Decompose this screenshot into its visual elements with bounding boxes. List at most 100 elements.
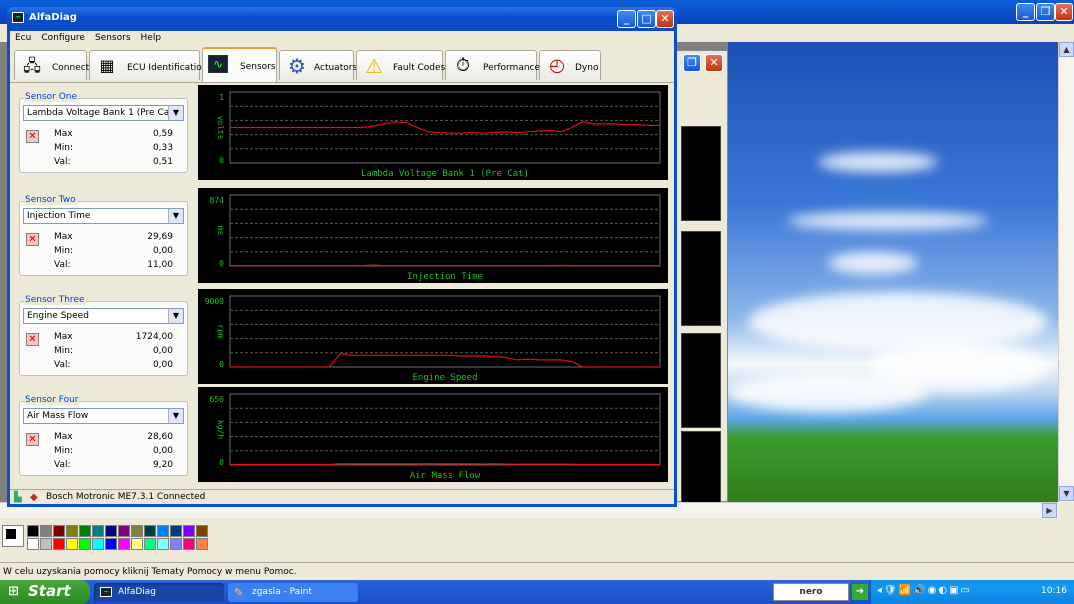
connect-icon: 🖧 bbox=[23, 56, 41, 75]
bgwin-close-button[interactable]: ✕ bbox=[705, 54, 723, 72]
paint-minimize-button[interactable]: _ bbox=[1016, 3, 1035, 21]
close-button[interactable]: ✕ bbox=[656, 10, 674, 28]
bgwin-restore-button[interactable]: ❐ bbox=[683, 54, 701, 72]
bg-chart-panel bbox=[681, 126, 721, 221]
menu-configure[interactable]: Configure bbox=[36, 31, 90, 45]
chart-title: Lambda Voltage Bank 1 (Pre Cat) bbox=[361, 169, 529, 179]
current-colors[interactable] bbox=[2, 525, 24, 547]
taskbar-item-paint[interactable]: ✎ zgasla - Paint bbox=[228, 583, 358, 602]
bg-chart-panel bbox=[681, 431, 721, 503]
palette-swatch[interactable] bbox=[196, 525, 208, 537]
remove-sensor-button[interactable]: ✕ bbox=[26, 333, 39, 346]
palette-swatch[interactable] bbox=[79, 525, 91, 537]
palette-swatch[interactable] bbox=[53, 525, 65, 537]
connection-status: Bosch Motronic ME7.3.1 Connected bbox=[46, 492, 206, 502]
palette-swatch[interactable] bbox=[144, 538, 156, 550]
foreground-color[interactable] bbox=[6, 529, 16, 539]
nero-search-box[interactable]: nero bbox=[773, 583, 849, 601]
menu-sensors[interactable]: Sensors bbox=[90, 31, 136, 45]
palette-swatch[interactable] bbox=[66, 525, 78, 537]
y-tick-label: 1 bbox=[219, 93, 224, 102]
palette-swatch[interactable] bbox=[144, 525, 156, 537]
palette-swatch[interactable] bbox=[92, 538, 104, 550]
chevron-down-icon[interactable]: ▼ bbox=[168, 409, 183, 423]
tab-dyno[interactable]: ◴ Dyno bbox=[539, 50, 601, 80]
chart-svg: 9000 0 rpm Engine Speed bbox=[205, 295, 661, 383]
sensor-group-four: Sensor Four Air Mass Flow ▼ ✕ Max Min: Va… bbox=[19, 395, 188, 476]
group-title: Sensor Four bbox=[24, 395, 80, 405]
sensor-select[interactable]: Air Mass Flow ▼ bbox=[23, 408, 184, 424]
paint-restore-button[interactable]: ❐ bbox=[1036, 3, 1055, 21]
sensor-select[interactable]: Injection Time ▼ bbox=[23, 208, 184, 224]
remove-sensor-button[interactable]: ✕ bbox=[26, 130, 39, 143]
tab-fault-codes[interactable]: ⚠ Fault Codes bbox=[356, 50, 445, 80]
palette-swatch[interactable] bbox=[170, 538, 182, 550]
palette-swatch[interactable] bbox=[170, 525, 182, 537]
chevron-down-icon[interactable]: ▼ bbox=[168, 209, 183, 223]
palette-swatch[interactable] bbox=[40, 538, 52, 550]
tab-actuators[interactable]: ⚙ Actuators bbox=[279, 50, 357, 80]
palette-swatch[interactable] bbox=[183, 525, 195, 537]
palette-swatch[interactable] bbox=[183, 538, 195, 550]
palette-swatch[interactable] bbox=[131, 525, 143, 537]
palette-swatch[interactable] bbox=[40, 525, 52, 537]
taskbar-item-alfadiag[interactable]: ~ AlfaDiag bbox=[94, 583, 224, 602]
scroll-up-arrow[interactable]: ▲ bbox=[1059, 42, 1074, 57]
start-button[interactable]: ⊞ Start bbox=[0, 580, 90, 604]
scroll-right-arrow[interactable]: ▶ bbox=[1042, 503, 1057, 518]
palette-swatch[interactable] bbox=[27, 538, 39, 550]
palette-swatch[interactable] bbox=[53, 538, 65, 550]
tab-performance[interactable]: ⏱ Performance bbox=[445, 50, 540, 80]
palette-swatch[interactable] bbox=[131, 538, 143, 550]
chart-svg: 650 0 kg/h Air Mass Flow bbox=[210, 393, 661, 481]
palette-swatch[interactable] bbox=[27, 525, 39, 537]
remove-sensor-button[interactable]: ✕ bbox=[26, 433, 39, 446]
palette-swatch[interactable] bbox=[105, 525, 117, 537]
paint-canvas[interactable] bbox=[728, 42, 1058, 502]
y-tick-label: 0 bbox=[219, 458, 224, 467]
chevron-down-icon[interactable]: ▼ bbox=[168, 309, 183, 323]
palette-swatch[interactable] bbox=[118, 525, 130, 537]
y-tick-label: 0 bbox=[219, 259, 224, 268]
chevron-down-icon[interactable]: ▼ bbox=[168, 106, 183, 120]
maximize-button[interactable]: □ bbox=[637, 10, 656, 28]
scroll-down-arrow[interactable]: ▼ bbox=[1059, 486, 1074, 501]
paint-vertical-scrollbar[interactable]: ▲ ▼ bbox=[1058, 42, 1074, 502]
tab-ecu-identification[interactable]: ▦ ECU Identification bbox=[89, 50, 207, 80]
min-value: 0,00 bbox=[152, 246, 173, 256]
series-line bbox=[230, 352, 660, 368]
palette-swatch[interactable] bbox=[105, 538, 117, 550]
current-value: 9,20 bbox=[152, 460, 173, 470]
current-value: 0,51 bbox=[152, 157, 173, 167]
palette-swatch[interactable] bbox=[118, 538, 130, 550]
series-line bbox=[230, 264, 660, 267]
car-icon: ◆ bbox=[30, 492, 38, 503]
remove-sensor-button[interactable]: ✕ bbox=[26, 233, 39, 246]
tab-connect[interactable]: 🖧 Connect bbox=[14, 50, 89, 80]
tab-sensors[interactable]: ∿ Sensors bbox=[202, 47, 277, 82]
y-axis-label: volts bbox=[216, 115, 225, 139]
go-arrow-icon[interactable]: ➜ bbox=[852, 584, 868, 600]
menu-ecu[interactable]: Ecu bbox=[10, 31, 36, 45]
chart-sensor-four: 650 0 kg/h Air Mass Flow bbox=[198, 387, 668, 482]
palette-swatch[interactable] bbox=[157, 538, 169, 550]
app-icon: ~ bbox=[100, 587, 112, 597]
palette-swatch[interactable] bbox=[66, 538, 78, 550]
alfadiag-titlebar[interactable]: ~ AlfaDiag _ □ ✕ bbox=[7, 7, 677, 31]
plug-icon: ▙ bbox=[14, 492, 22, 503]
menu-help[interactable]: Help bbox=[136, 31, 167, 45]
palette-swatch[interactable] bbox=[92, 525, 104, 537]
background-window: ❐ ✕ bbox=[672, 50, 728, 503]
palette-swatch[interactable] bbox=[79, 538, 91, 550]
menubar: Ecu Configure Sensors Help bbox=[10, 31, 674, 45]
y-tick-label: 0 bbox=[219, 360, 224, 369]
chart-svg: 1 0 volts Lambda Voltage Bank 1 (Pre Cat) bbox=[216, 91, 661, 179]
paint-close-button[interactable]: ✕ bbox=[1055, 3, 1073, 21]
tray-icons[interactable]: ◂🛡📶🔊◉◐▣▭ bbox=[877, 585, 972, 596]
palette-swatch[interactable] bbox=[157, 525, 169, 537]
max-value: 0,59 bbox=[152, 129, 173, 139]
sensor-select[interactable]: Engine Speed ▼ bbox=[23, 308, 184, 324]
palette-swatch[interactable] bbox=[196, 538, 208, 550]
sensor-select[interactable]: Lambda Voltage Bank 1 (Pre Cat) ▼ bbox=[23, 105, 184, 121]
minimize-button[interactable]: _ bbox=[617, 10, 636, 28]
